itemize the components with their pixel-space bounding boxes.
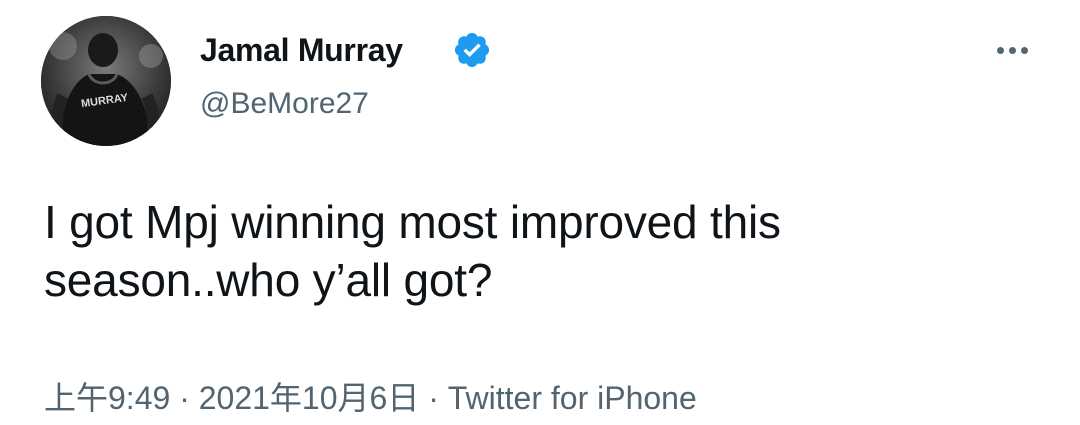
tweet-card: MURRAY Jamal Murray @BeMore27 I got Mpj … <box>0 0 1080 425</box>
tweet-metadata: 上午9:49 · 2021年10月6日 · Twitter for iPhone <box>44 378 697 418</box>
more-options-button[interactable] <box>990 28 1034 72</box>
meta-separator: · <box>170 380 199 416</box>
tweet-date: 2021年10月6日 <box>198 380 420 416</box>
avatar-photo-icon: MURRAY <box>41 16 171 146</box>
meta-separator: · <box>419 380 448 416</box>
more-dot <box>1008 46 1016 54</box>
more-dot <box>1020 46 1028 54</box>
verified-badge-icon <box>454 32 490 68</box>
tweet-text: I got Mpj winning most improved this sea… <box>44 196 781 306</box>
author-handle[interactable]: @BeMore27 <box>200 84 369 124</box>
tweet-time: 上午9:49 <box>44 380 171 416</box>
tweet-source-link[interactable]: Twitter for iPhone <box>448 380 697 416</box>
avatar[interactable]: MURRAY <box>41 16 171 146</box>
tweet-time-link[interactable]: 上午9:49 · 2021年10月6日 <box>44 380 419 416</box>
author-name[interactable]: Jamal Murray <box>200 30 403 70</box>
more-dots-icon <box>996 46 1004 54</box>
